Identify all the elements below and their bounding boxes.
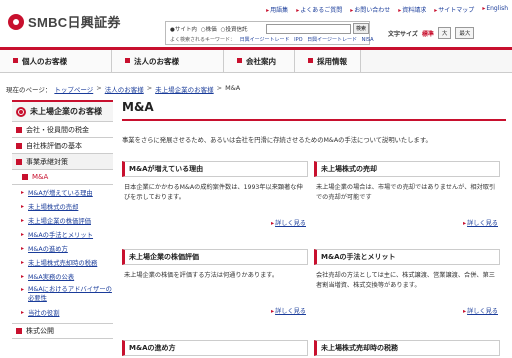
search-radio-stock[interactable]: ○株価 [201, 25, 217, 33]
popular-keywords: よく検索されるキーワード： 日興イージートレード IPO 日興イージートレード … [170, 36, 374, 43]
card-body: 未上場企業の場合は、市場での売却ではありませんが、相対取引での売却が可能です [316, 184, 496, 201]
card-title: M&Aが増えている理由 [122, 161, 308, 177]
card-body: 日本企業にかかわるM&Aの成約案件数は、1993年以来顕著な伸びを示しております… [124, 184, 303, 201]
breadcrumb-link-unlisted[interactable]: 未上場企業のお客様 [155, 84, 214, 94]
font-size-control: 文字サイズ 標準 大 最大 [388, 27, 475, 39]
font-size-label: 文字サイズ [388, 30, 418, 38]
topic-card: 未上場企業の株価評価 未上場企業の株価を評価する方法は何通りかあります。 詳しく… [122, 249, 308, 315]
logo-text: SMBC日興証券 [28, 15, 121, 30]
main-content: M&A 事業をさらに発展させるため、あるいは会社を円滑に存続させるためのM&Aの… [122, 100, 506, 356]
search-radio-site[interactable]: ●サイト内 [170, 25, 197, 33]
card-body: 会社売却の方法としては主に、株式譲渡、営業譲渡、合併、第三者割当増資、株式交換等… [316, 272, 495, 289]
keyword-link[interactable]: NISA [362, 37, 374, 43]
search-box: ●サイト内 ○株価 ○投資信託 検索 よく検索されるキーワード： 日興イージート… [165, 21, 374, 45]
sidebar-item-stock-valuation[interactable]: 自社株評価の基本 [12, 138, 113, 154]
card-title: 未上場企業の株価評価 [122, 249, 308, 265]
card-more-link[interactable]: 詳しく見る [271, 308, 306, 315]
util-link-contact[interactable]: お問い合わせ [350, 5, 390, 14]
square-bullet-icon [16, 328, 22, 334]
breadcrumb-prefix: 現在のページ： [6, 86, 52, 94]
sidebar: 未上場企業のお客様 会社・役員間の税金 自社株評価の基本 事業承継対策 M&A … [12, 100, 113, 339]
breadcrumb: 現在のページ： トップページ > 法人のお客様 > 未上場企業のお客様 > M&… [6, 84, 240, 94]
util-link-brochure[interactable]: 資料請求 [398, 5, 426, 14]
global-nav: 個人のお客様 法人のお客様 会社案内 採用情報 [0, 47, 512, 73]
topic-card: M&Aの進め方 [122, 340, 308, 356]
sidebar-item-succession[interactable]: 事業承継対策 [12, 154, 113, 170]
topic-card: 未上場株式売却時の税務 [314, 340, 500, 356]
breadcrumb-separator: > [146, 84, 153, 92]
sidebar-link[interactable]: 当社の役割 [12, 305, 113, 319]
card-more-link[interactable]: 詳しく見る [271, 220, 306, 227]
utility-links: 用語集 よくあるご質問 お問い合わせ 資料請求 サイトマップ English [266, 5, 508, 14]
search-button[interactable]: 検索 [353, 23, 369, 34]
font-size-large-button[interactable]: 大 [437, 27, 452, 39]
square-bullet-icon [16, 142, 22, 149]
sidebar-link[interactable]: M&Aの進め方 [12, 241, 113, 255]
popular-keywords-label: よく検索されるキーワード： [170, 37, 236, 43]
font-size-standard-button[interactable]: 標準 [422, 29, 434, 38]
keyword-link[interactable]: 日興イージートレード [240, 37, 290, 43]
sidebar-title[interactable]: 未上場企業のお客様 [12, 100, 113, 122]
logo-mark-icon [8, 13, 24, 30]
topic-card: 未上場株式の売却 未上場企業の場合は、市場での売却ではありませんが、相対取引での… [314, 161, 500, 227]
sidebar-item-tax[interactable]: 会社・役員間の税金 [12, 122, 113, 138]
sidebar-link[interactable]: M&Aが増えている理由 [12, 185, 113, 199]
page-title: M&A [122, 100, 506, 121]
card-more-link[interactable]: 詳しく見る [463, 308, 498, 315]
square-bullet-icon [22, 174, 28, 180]
square-bullet-icon [16, 158, 22, 165]
breadcrumb-link-top[interactable]: トップページ [54, 84, 93, 94]
keyword-link[interactable]: 日興イージートレード [307, 37, 357, 43]
sidebar-link[interactable]: M&Aの手法とメリット [12, 227, 113, 241]
topic-card: M&Aの手法とメリット 会社売却の方法としては主に、株式譲渡、営業譲渡、合併、第… [314, 249, 500, 315]
breadcrumb-current: M&A [225, 84, 241, 92]
util-link-faq[interactable]: よくあるご質問 [296, 5, 342, 14]
breadcrumb-separator: > [96, 84, 102, 92]
sidebar-link[interactable]: M&A実務の公表 [12, 269, 113, 283]
card-title: 未上場株式売却時の税務 [314, 340, 500, 356]
search-radio-fund[interactable]: ○投資信託 [221, 25, 248, 33]
card-title: M&Aの進め方 [122, 340, 308, 356]
sidebar-item-ipo[interactable]: 株式公開 [12, 323, 113, 339]
gnav-item-individual[interactable]: 個人のお客様 [0, 50, 112, 72]
card-title: M&Aの手法とメリット [314, 249, 500, 265]
site-header: SMBC日興証券 用語集 よくあるご質問 お問い合わせ 資料請求 サイトマップ … [0, 0, 512, 47]
logo[interactable]: SMBC日興証券 [8, 12, 121, 31]
util-link-glossary[interactable]: 用語集 [266, 5, 288, 14]
search-input[interactable] [266, 24, 351, 34]
topic-card: M&Aが増えている理由 日本企業にかかわるM&Aの成約案件数は、1993年以来顕… [122, 161, 308, 227]
keyword-link[interactable]: IPO [294, 37, 302, 43]
sidebar-link[interactable]: 未上場株式の売却 [12, 199, 113, 213]
search-scope: ●サイト内 ○株価 ○投資信託 [170, 25, 247, 33]
sidebar-item-ma-current[interactable]: M&A [12, 170, 113, 185]
square-bullet-icon [16, 126, 22, 133]
util-link-sitemap[interactable]: サイトマップ [434, 5, 474, 14]
gnav-item-company[interactable]: 会社案内 [224, 50, 295, 72]
card-body: 未上場企業の株価を評価する方法は何通りかあります。 [124, 272, 279, 279]
gnav-item-recruit[interactable]: 採用情報 [295, 50, 361, 72]
card-title: 未上場株式の売却 [314, 161, 500, 177]
card-more-link[interactable]: 詳しく見る [463, 220, 498, 227]
breadcrumb-separator: > [216, 84, 223, 92]
sidebar-link[interactable]: 未上場企業の株価評価 [12, 213, 113, 227]
font-size-max-button[interactable]: 最大 [455, 27, 475, 39]
sidebar-link[interactable]: 未上場株式売却時の税務 [12, 255, 113, 269]
gnav-item-corporate[interactable]: 法人のお客様 [112, 50, 224, 72]
page-intro: 事業をさらに発展させるため、あるいは会社を円滑に存続させるためのM&Aの手法につ… [122, 137, 432, 144]
util-link-english[interactable]: English [482, 5, 508, 14]
sidebar-link[interactable]: M&Aにおけるアドバイザーの必要性 [12, 283, 113, 305]
circle-bullet-icon [16, 106, 26, 117]
breadcrumb-link-corporate[interactable]: 法人のお客様 [105, 84, 144, 94]
